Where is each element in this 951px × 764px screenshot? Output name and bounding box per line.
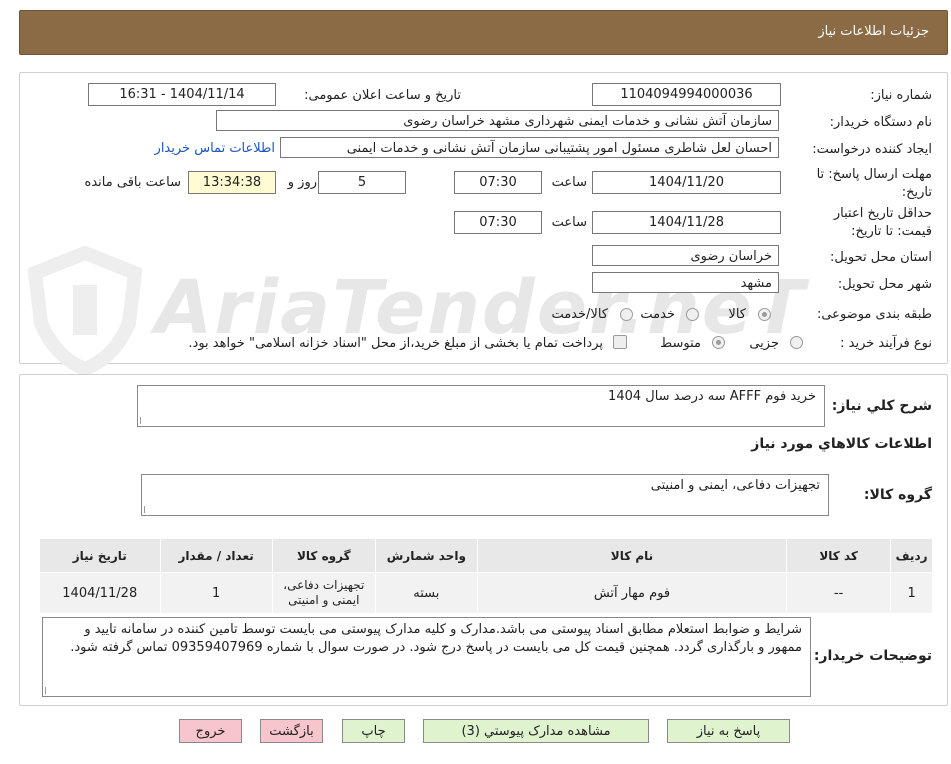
announce-datetime-field: 1404/11/14 - 16:31 (88, 83, 276, 106)
city-label: شهر محل تحویل: (837, 277, 932, 292)
buyer-contact-link[interactable]: اطلاعات تماس خریدار (155, 141, 275, 156)
deadline-time-field: 07:30 (454, 171, 542, 194)
days-remaining-field: 5 (318, 171, 406, 194)
description-textarea: خرید فوم AFFF سه درصد سال 1404 (137, 385, 825, 427)
deadline-label-date: تاریخ: (901, 185, 932, 200)
process-label: نوع فرآیند خرید : (840, 336, 932, 351)
resize-handle-icon (140, 417, 148, 424)
deadline-date-field: 1404/11/20 (592, 171, 781, 194)
cell-unit: بسته (374, 572, 478, 614)
cell-name: فوم مهار آتش (476, 572, 788, 614)
back-button[interactable]: بازگشت (260, 719, 323, 743)
validity-label-date: قیمت: تا تاریخ: (851, 224, 932, 239)
treasury-payment-note: پرداخت تمام یا بخشی از مبلغ خرید،از محل … (188, 336, 603, 351)
exit-button[interactable]: خروج (179, 719, 242, 743)
table-header-row: رديف کد کالا نام کالا واحد شمارش گروه کا… (39, 538, 933, 573)
validity-time-label: ساعت (551, 215, 587, 230)
cell-group: تجهیزات دفاعی، ایمنی و امنیتی (271, 572, 376, 614)
announce-label: تاریخ و ساعت اعلان عمومی: (304, 88, 461, 103)
column-header-code: کد کالا (786, 538, 892, 573)
buyer-notes-label: توضیحات خریدار: (813, 648, 932, 664)
need-number-label: شماره نیاز: (870, 88, 932, 103)
deadline-time-label: ساعت (551, 175, 587, 190)
category-label: طبقه بندی موضوعی: (816, 307, 932, 322)
remaining-time-field: 13:34:38 (188, 171, 276, 194)
column-header-unit: واحد شمارش (374, 538, 478, 573)
validity-time-field: 07:30 (454, 211, 542, 234)
category-option-goods: کالا (728, 307, 746, 322)
column-header-quantity: تعداد / مقدار (159, 538, 273, 573)
category-radio-service[interactable] (686, 308, 699, 321)
category-option-goods-service: کالا/خدمت (551, 307, 608, 322)
cell-code: -- (786, 572, 892, 614)
need-number-field: 1104094994000036 (592, 83, 781, 106)
process-option-minor: جزیی (749, 336, 779, 351)
process-option-medium: متوسط (660, 336, 701, 351)
goods-group-text: تجهیزات دفاعی، ایمنی و امنیتی (650, 478, 820, 493)
validity-date-field: 1404/11/28 (592, 211, 781, 234)
goods-info-title: اطلاعات کالاهاي مورد نياز (751, 436, 932, 452)
reply-button[interactable]: پاسخ به نیاز (667, 719, 790, 743)
table-row: 1 -- فوم مهار آتش بسته تجهیزات دفاعی، ای… (39, 572, 933, 614)
deadline-label: مهلت ارسال پاسخ: تا (816, 167, 932, 182)
city-field: مشهد (592, 272, 779, 293)
cell-row-number: 1 (890, 572, 933, 614)
description-text: خرید فوم AFFF سه درصد سال 1404 (608, 389, 816, 404)
cell-need-date: 1404/11/28 (39, 572, 161, 614)
creator-field: احسان لعل شاطری مسئول امور پشتیبانی سازم… (280, 137, 779, 158)
buyer-org-field: سازمان آتش نشانی و خدمات ایمنی شهرداری م… (216, 110, 779, 131)
column-header-name: نام کالا (476, 538, 788, 573)
column-header-group: گروه کالا (271, 538, 376, 573)
column-header-need-date: تاریخ نیاز (39, 538, 161, 573)
view-attachments-button[interactable]: مشاهده مدارک پیوستي (3) (423, 719, 649, 743)
goods-group-label: گروه کالا: (863, 487, 932, 503)
category-radio-goods-service[interactable] (620, 308, 633, 321)
buyer-org-label: نام دستگاه خریدار: (829, 115, 932, 130)
category-option-service: خدمت (640, 307, 675, 322)
category-radio-goods[interactable] (758, 308, 771, 321)
province-label: استان محل تحویل: (830, 250, 932, 265)
column-header-row-number: رديف (890, 538, 933, 573)
remaining-time-label: ساعت باقی مانده (84, 175, 181, 190)
creator-label: ایجاد کننده درخواست: (812, 142, 932, 157)
province-field: خراسان رضوی (592, 245, 779, 266)
goods-group-textarea: تجهیزات دفاعی، ایمنی و امنیتی (141, 474, 829, 516)
process-radio-minor[interactable] (790, 336, 803, 349)
page-header: جزئيات اطلاعات نیاز (19, 10, 948, 55)
validity-label: حداقل تاریخ اعتبار (833, 206, 932, 221)
page-title: جزئيات اطلاعات نیاز (818, 24, 929, 39)
cell-quantity: 1 (159, 572, 273, 614)
print-button[interactable]: چاپ (342, 719, 405, 743)
items-table: رديف کد کالا نام کالا واحد شمارش گروه کا… (39, 538, 933, 614)
days-label: روز و (287, 175, 317, 190)
resize-handle-icon (45, 687, 53, 694)
resize-handle-icon (144, 506, 152, 513)
treasury-payment-checkbox[interactable] (613, 335, 627, 349)
buyer-notes-textarea: شرایط و ضوابط استعلام مطابق اسناد پیوستی… (42, 617, 811, 697)
process-radio-medium[interactable] (712, 336, 725, 349)
description-label: شرح کلي نياز: (831, 398, 932, 414)
buyer-notes-text: شرایط و ضوابط استعلام مطابق اسناد پیوستی… (70, 622, 802, 655)
